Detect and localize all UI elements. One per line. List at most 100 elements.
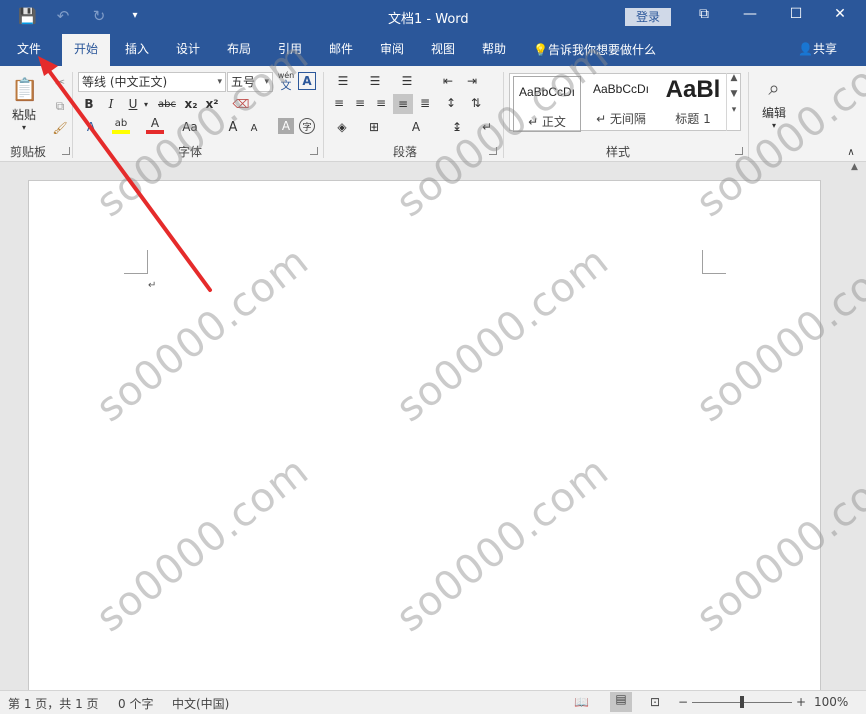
paragraph-launcher-icon[interactable]: [489, 147, 497, 155]
underline-dropdown-icon[interactable]: ▾: [141, 95, 151, 113]
word-count[interactable]: 0 个字: [118, 695, 153, 712]
tab-help[interactable]: 帮助: [471, 34, 517, 66]
tab-mailings[interactable]: 邮件: [318, 34, 364, 66]
tab-file[interactable]: 文件: [6, 34, 52, 66]
zoom-slider-thumb[interactable]: [740, 696, 744, 708]
enclose-characters-button[interactable]: 字: [299, 118, 315, 134]
redo-icon[interactable]: ↻: [90, 7, 108, 25]
tell-me-search[interactable]: 💡告诉我你想要做什么: [533, 34, 656, 66]
language-indicator[interactable]: 中文(中国): [172, 695, 229, 712]
title-bar: 💾 ↶ ↻ ▾ 文档1 - Word 登录 ⧉ — ☐ ✕: [0, 0, 866, 34]
quick-access-toolbar: 💾 ↶ ↻ ▾: [18, 7, 144, 25]
read-mode-icon[interactable]: 📖: [574, 695, 589, 709]
clipboard-launcher-icon[interactable]: [62, 147, 70, 155]
chevron-up-icon[interactable]: ▲: [727, 73, 741, 83]
minimize-button[interactable]: —: [740, 6, 760, 22]
style-no-spacing[interactable]: AaBbCcDı ↵ 无间隔: [585, 74, 657, 130]
tab-design[interactable]: 设计: [165, 34, 211, 66]
line-spacing-icon[interactable]: ↕: [440, 94, 462, 112]
borders-icon[interactable]: ⊞: [362, 118, 386, 136]
cut-icon[interactable]: ✂: [52, 74, 68, 90]
subscript-button[interactable]: x₂: [182, 95, 200, 113]
multilevel-list-icon[interactable]: ☰: [394, 72, 420, 90]
strikethrough-button[interactable]: abc: [155, 95, 179, 113]
find-icon[interactable]: ⌕: [760, 74, 788, 102]
distributed-icon[interactable]: ≣: [416, 94, 434, 112]
paragraph-group-label: 段落: [393, 145, 418, 159]
align-right-icon[interactable]: ≡: [372, 94, 390, 112]
chevron-down-icon[interactable]: ▼: [727, 89, 741, 99]
justify-icon[interactable]: ≡: [393, 94, 413, 114]
margin-marker-right: [702, 250, 726, 274]
phonetic-guide-button[interactable]: wén 文: [276, 70, 296, 92]
bold-button[interactable]: B: [80, 95, 98, 113]
paste-button[interactable]: 粘贴: [6, 106, 42, 122]
editing-button[interactable]: 编辑: [756, 104, 792, 120]
change-case-button[interactable]: Aa: [180, 118, 200, 136]
print-layout-icon[interactable]: ▤: [610, 692, 632, 712]
font-size-combo[interactable]: 五号 ▾: [227, 72, 273, 92]
paste-dropdown-icon[interactable]: ▾: [18, 122, 30, 132]
paste-icon[interactable]: 📋: [10, 74, 40, 106]
tab-review[interactable]: 审阅: [369, 34, 415, 66]
font-launcher-icon[interactable]: [310, 147, 318, 155]
tab-view[interactable]: 视图: [420, 34, 466, 66]
maximize-button[interactable]: ☐: [786, 6, 806, 22]
chevron-up-icon[interactable]: ▲: [851, 162, 858, 172]
highlight-icon[interactable]: ab: [112, 116, 130, 134]
zoom-out-button[interactable]: −: [678, 695, 688, 709]
zoom-level[interactable]: 100%: [814, 695, 848, 709]
gallery-more-icon[interactable]: ▾: [727, 105, 741, 115]
undo-icon[interactable]: ↶: [54, 7, 72, 25]
bullets-icon[interactable]: ☰: [330, 72, 356, 90]
tab-references[interactable]: 引用: [267, 34, 313, 66]
font-name-combo[interactable]: 等线 (中文正文) ▾: [78, 72, 226, 92]
asian-typography-icon[interactable]: ↨: [448, 118, 466, 136]
save-icon[interactable]: 💾: [18, 7, 37, 25]
font-color-button[interactable]: A: [146, 116, 164, 134]
tell-me-text: 告诉我你想要做什么: [547, 43, 656, 57]
shrink-font-button[interactable]: A: [248, 120, 260, 136]
group-divider: [748, 72, 749, 158]
character-shading-button[interactable]: A: [278, 118, 294, 134]
grow-font-button[interactable]: A: [226, 118, 240, 136]
editing-dropdown-icon[interactable]: ▾: [768, 120, 780, 130]
customize-qat-icon[interactable]: ▾: [126, 7, 144, 25]
underline-button[interactable]: U: [124, 95, 142, 113]
vertical-scrollbar[interactable]: ▲: [848, 162, 866, 690]
format-painter-icon[interactable]: 🖌: [52, 120, 68, 136]
show-marks-icon[interactable]: ↵: [478, 118, 496, 136]
superscript-button[interactable]: x²: [203, 95, 221, 113]
gallery-scroll[interactable]: ▲ ▼ ▾: [726, 73, 741, 131]
chinese-layout-icon[interactable]: A: [404, 118, 428, 136]
clear-formatting-icon[interactable]: ⌫: [232, 95, 250, 113]
align-center-icon[interactable]: ≡: [351, 94, 369, 112]
increase-indent-icon[interactable]: ⇥: [462, 72, 482, 90]
copy-icon[interactable]: ⧉: [52, 98, 68, 114]
chevron-down-icon: ▾: [264, 77, 269, 87]
ribbon-display-options-icon[interactable]: ⧉: [694, 6, 714, 22]
decrease-indent-icon[interactable]: ⇤: [438, 72, 458, 90]
numbering-icon[interactable]: ☰: [362, 72, 388, 90]
font-size-value: 五号: [231, 75, 256, 89]
zoom-in-button[interactable]: +: [796, 695, 806, 709]
text-effects-icon[interactable]: A: [82, 118, 100, 136]
tab-layout[interactable]: 布局: [216, 34, 262, 66]
shading-icon[interactable]: ◈: [330, 118, 354, 136]
character-border-button[interactable]: A: [298, 72, 316, 90]
sort-icon[interactable]: ⇅: [466, 94, 486, 112]
tab-home[interactable]: 开始: [62, 34, 110, 66]
tab-insert[interactable]: 插入: [114, 34, 160, 66]
style-heading-1[interactable]: AaBl 标题 1: [660, 74, 726, 130]
web-layout-icon[interactable]: ⊡: [650, 695, 660, 709]
share-button[interactable]: 👤共享: [798, 34, 837, 64]
login-button[interactable]: 登录: [625, 8, 671, 26]
page-count[interactable]: 第 1 页，共 1 页: [8, 695, 99, 712]
style-normal[interactable]: AaBbCcDı ↵ 正文: [513, 76, 581, 132]
styles-launcher-icon[interactable]: [735, 147, 743, 155]
close-button[interactable]: ✕: [830, 6, 850, 22]
italic-button[interactable]: I: [102, 95, 120, 113]
collapse-ribbon-icon[interactable]: ∧: [844, 146, 858, 158]
align-left-icon[interactable]: ≡: [330, 94, 348, 112]
styles-gallery: AaBbCcDı ↵ 正文 AaBbCcDı ↵ 无间隔 AaBl 标题 1: [509, 73, 741, 132]
